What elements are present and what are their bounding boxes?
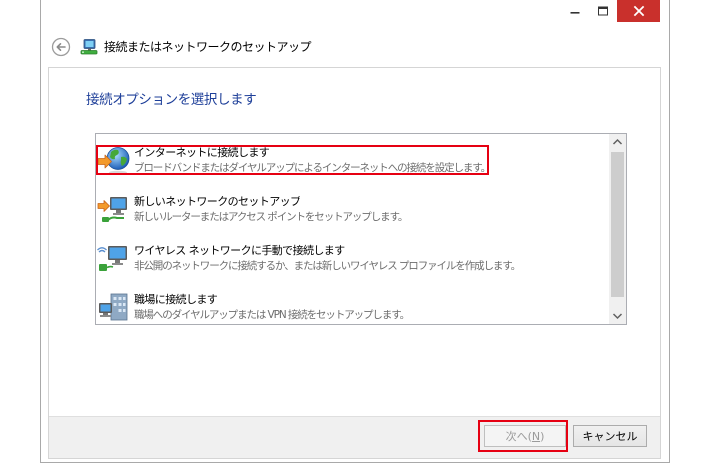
minimize-icon <box>570 12 580 14</box>
close-button[interactable] <box>617 0 660 22</box>
option-title: 新しいネットワークのセットアップ <box>134 195 301 208</box>
chevron-up-icon <box>612 138 623 145</box>
connection-options-list: インターネットに接続します ブロードバンドまたはダイヤルアップによるインターネッ… <box>95 133 627 325</box>
option-title: ワイヤレス ネットワークに手動で接続します <box>134 244 345 257</box>
next-label: 次へ( <box>505 430 532 443</box>
next-accelerator-key: N <box>531 429 541 443</box>
cancel-label: キャンセル <box>582 430 638 443</box>
content-panel: 接続オプションを選択します インターネットに接続します ブロードバンドまたはダイ… <box>48 67 661 459</box>
setup-wizard-window: 接続またはネットワークのセットアップ 接続オプションを選択します インターネット… <box>40 0 670 463</box>
back-arrow-icon <box>51 37 71 57</box>
back-button[interactable] <box>51 37 71 57</box>
option-connect-workplace[interactable]: 職場に接続します 職場へのダイヤルアップまたは VPN 接続をセットアップします… <box>97 292 605 324</box>
option-description: ブロードバンドまたはダイヤルアップによるインターネットへの接続を設定します。 <box>134 162 491 174</box>
maximize-icon <box>597 6 608 16</box>
wizard-title: 接続またはネットワークのセットアップ <box>104 40 312 54</box>
new-network-icon <box>97 194 130 224</box>
option-description: 非公開のネットワークに接続するか、または新しいワイヤレス プロファイルを作成しま… <box>134 260 521 272</box>
option-title: インターネットに接続します <box>134 146 270 159</box>
next-button[interactable]: 次へ(N) <box>484 425 566 447</box>
option-connect-internet[interactable]: インターネットに接続します ブロードバンドまたはダイヤルアップによるインターネッ… <box>97 145 605 177</box>
close-icon <box>633 5 644 17</box>
network-setup-icon <box>80 38 98 56</box>
scroll-up-button[interactable] <box>609 134 626 151</box>
chevron-down-icon <box>612 313 623 320</box>
scroll-down-button[interactable] <box>609 307 626 324</box>
option-description: 新しいルーターまたはアクセス ポイントをセットアップします。 <box>134 211 408 223</box>
option-new-network[interactable]: 新しいネットワークのセットアップ 新しいルーターまたはアクセス ポイントをセット… <box>97 194 605 226</box>
option-description: 職場へのダイヤルアップまたは VPN 接続をセットアップします。 <box>134 309 409 321</box>
maximize-button[interactable] <box>589 0 616 22</box>
internet-globe-icon <box>97 145 130 175</box>
main-instruction-heading: 接続オプションを選択します <box>86 92 257 108</box>
wireless-network-icon <box>97 243 130 273</box>
option-title: 職場に接続します <box>134 293 218 306</box>
scroll-thumb[interactable] <box>611 152 624 297</box>
vertical-scrollbar[interactable] <box>609 134 626 324</box>
cancel-button[interactable]: キャンセル <box>573 425 647 447</box>
minimize-button[interactable] <box>562 0 588 22</box>
option-wireless-manual[interactable]: ワイヤレス ネットワークに手動で接続します 非公開のネットワークに接続するか、ま… <box>97 243 605 275</box>
next-label-suffix: ) <box>540 429 545 443</box>
workplace-building-icon <box>97 292 130 322</box>
command-area: 次へ(N) キャンセル <box>49 416 660 458</box>
